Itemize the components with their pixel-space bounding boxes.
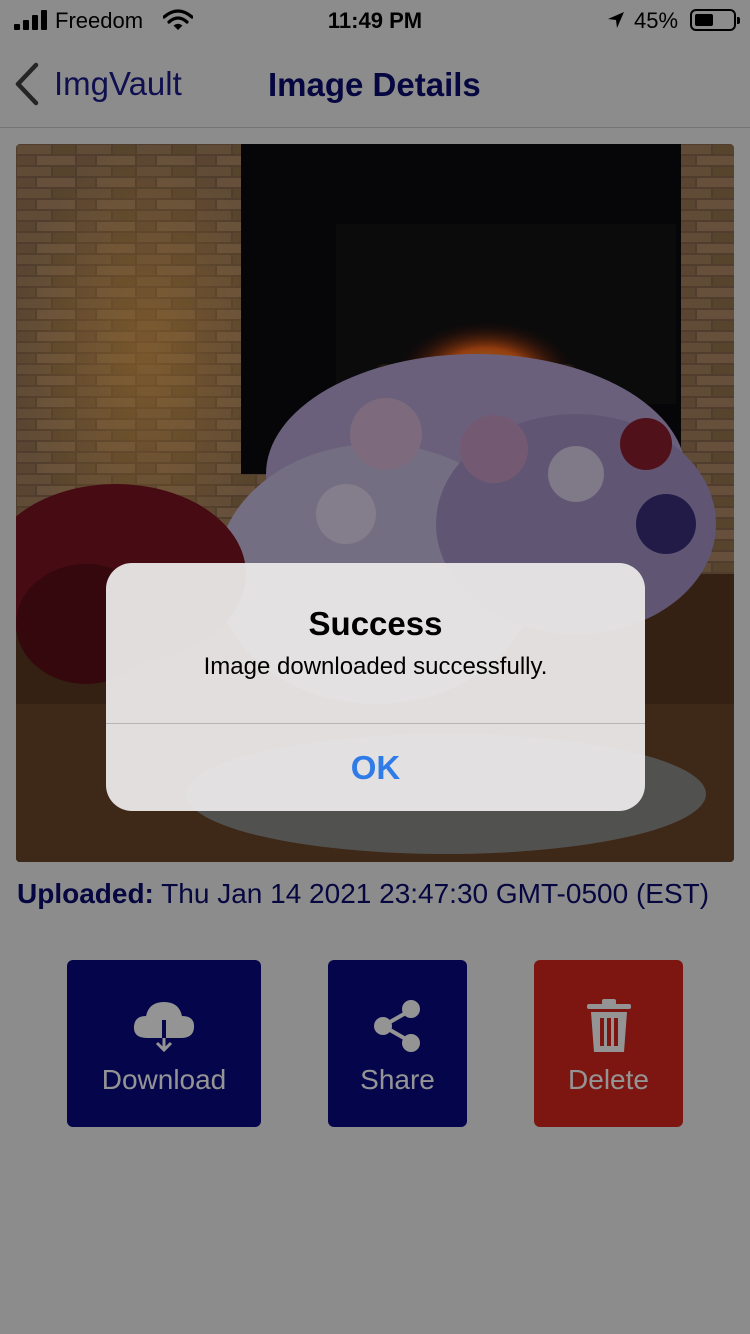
ok-button[interactable]: OK bbox=[106, 724, 645, 811]
success-alert: Success Image downloaded successfully. O… bbox=[106, 563, 645, 811]
alert-message: Image downloaded successfully. bbox=[203, 653, 548, 680]
alert-title: Success bbox=[308, 605, 443, 642]
